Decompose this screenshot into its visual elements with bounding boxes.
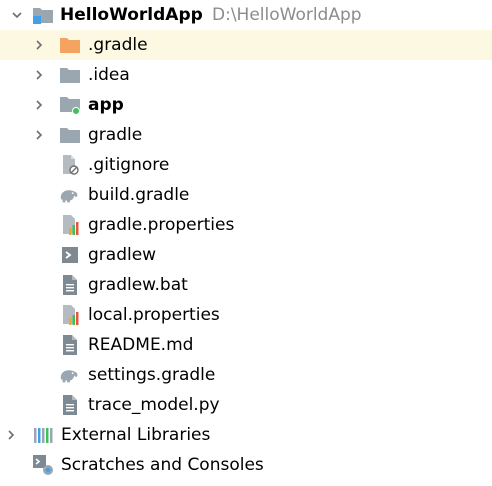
tree-row-readme[interactable]: README.md (0, 330, 492, 360)
project-name: HelloWorldApp (60, 5, 203, 25)
ignore-file-icon (59, 154, 81, 176)
scratches-icon (32, 454, 54, 476)
tree-row-app[interactable]: app (0, 90, 492, 120)
text-file-icon (59, 394, 81, 416)
project-path: D:\HelloWorldApp (212, 5, 362, 25)
tree-item-label: gradlew (88, 245, 157, 265)
properties-file-icon (59, 214, 81, 236)
tree-row-gradle-folder[interactable]: gradle (0, 120, 492, 150)
tree-row-scratches[interactable]: Scratches and Consoles (0, 450, 492, 480)
tree-row-gradlew[interactable]: gradlew (0, 240, 492, 270)
tree-item-label: .gradle (88, 35, 148, 55)
libraries-icon (32, 424, 54, 446)
tree-item-label: .gitignore (88, 155, 170, 175)
folder-icon (59, 64, 81, 86)
chevron-right-icon[interactable] (4, 428, 18, 442)
tree-row-root[interactable]: HelloWorldApp D:\HelloWorldApp (0, 0, 492, 30)
gradle-elephant-icon (58, 364, 80, 386)
tree-row-gitignore[interactable]: .gitignore (0, 150, 492, 180)
tree-item-label: README.md (88, 335, 194, 355)
tree-row-gradlew-bat[interactable]: gradlew.bat (0, 270, 492, 300)
text-file-icon (59, 334, 81, 356)
text-file-icon (59, 274, 81, 296)
gradle-elephant-icon (58, 184, 80, 206)
tree-item-label: settings.gradle (88, 365, 216, 385)
tree-item-label: app (88, 95, 124, 115)
folder-icon (59, 124, 81, 146)
tree-row-gradle-properties[interactable]: gradle.properties (0, 210, 492, 240)
properties-file-icon (59, 304, 81, 326)
tree-item-label: build.gradle (88, 185, 190, 205)
tree-row-external-libraries[interactable]: External Libraries (0, 420, 492, 450)
tree-row-build-gradle[interactable]: build.gradle (0, 180, 492, 210)
tree-item-label: gradle (88, 125, 143, 145)
chevron-right-icon[interactable] (32, 68, 46, 82)
chevron-right-icon[interactable] (32, 38, 46, 52)
chevron-right-icon[interactable] (32, 98, 46, 112)
tree-item-label: .idea (88, 65, 130, 85)
external-libraries-label: External Libraries (61, 425, 211, 445)
scratches-label: Scratches and Consoles (61, 455, 264, 475)
tree-item-label: gradle.properties (88, 215, 235, 235)
tree-row-gradle-cache[interactable]: .gradle (0, 30, 492, 60)
module-folder-icon (59, 94, 81, 116)
tree-row-settings-gradle[interactable]: settings.gradle (0, 360, 492, 390)
chevron-right-icon[interactable] (32, 128, 46, 142)
tree-row-idea[interactable]: .idea (0, 60, 492, 90)
tree-row-trace-model[interactable]: trace_model.py (0, 390, 492, 420)
tree-item-label: local.properties (88, 305, 220, 325)
tree-item-label: trace_model.py (88, 395, 220, 415)
tree-item-label: gradlew.bat (88, 275, 188, 295)
project-folder-icon (32, 4, 54, 26)
chevron-down-icon[interactable] (10, 8, 24, 22)
tree-row-local-properties[interactable]: local.properties (0, 300, 492, 330)
project-tree: HelloWorldApp D:\HelloWorldApp .gradle .… (0, 0, 492, 486)
shell-script-icon (59, 244, 81, 266)
folder-icon-excluded (59, 34, 81, 56)
